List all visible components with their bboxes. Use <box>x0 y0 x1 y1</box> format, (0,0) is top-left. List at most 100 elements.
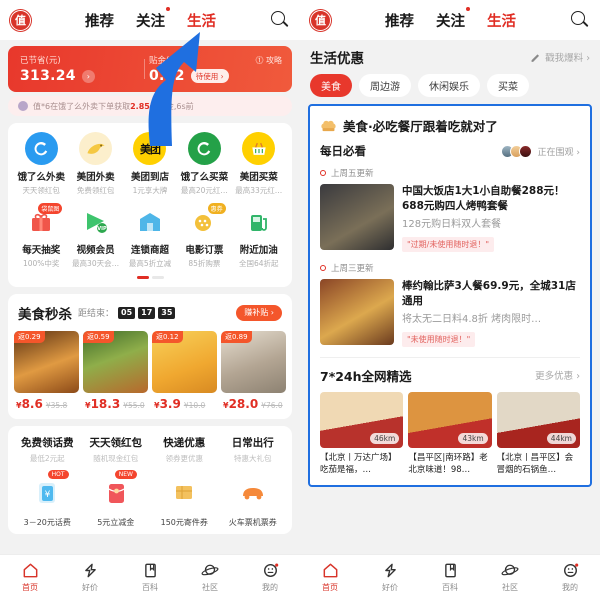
tab-home[interactable]: 首页 <box>0 562 60 593</box>
promo-caption: 3－20元话费 <box>23 517 71 527</box>
svg-text:VIP: VIP <box>97 226 107 232</box>
promo-item-express[interactable]: 快递优惠 领券更优惠 150元寄件券 <box>151 435 218 528</box>
icon-item-video-vip[interactable]: VIP 视频会员 最高30天会… <box>68 205 122 269</box>
nav-tabs: 推荐 关注 生活 <box>331 6 570 31</box>
pager-dot[interactable] <box>151 276 164 279</box>
icon-badge: 袋鼠图 <box>38 203 63 214</box>
chip-entertainment[interactable]: 休闲娱乐 <box>418 74 480 97</box>
subsidy-status-pill[interactable]: 待使用 › <box>190 69 229 83</box>
promo-card: 免费领话费 最低2元起 HOT ¥ 3－20元话费 天天领红包 随机现金红包 N… <box>8 425 292 534</box>
left-phone-screen: 值 推荐 关注 生活 已节省(元) 313.24 › 贴金(元) 0.92 待使… <box>0 0 300 600</box>
pick-card[interactable]: 44km 【北京丨昌平区】会冒烟的石锅鱼… <box>496 391 580 477</box>
play-icon: VIP <box>79 205 112 238</box>
subsidy-value: 0.92 <box>149 68 185 84</box>
icon-item-movie-ticket[interactable]: 惠券 电影订票 85折购票 <box>177 203 231 269</box>
icon-label: 饿了么买菜 <box>180 172 229 183</box>
search-icon[interactable] <box>570 10 590 30</box>
unread-dot-icon <box>466 6 470 11</box>
tab-community[interactable]: 社区 <box>180 562 240 593</box>
search-icon[interactable] <box>270 10 290 30</box>
nav-tab-life[interactable]: 生活 <box>487 10 516 31</box>
update-text: 上周三更新 <box>331 263 374 274</box>
must-eat-title: 美食·必吃餐厅跟着吃就对了 <box>343 119 498 134</box>
icon-grid-pager[interactable] <box>14 276 286 279</box>
price-value: 28.0 <box>228 396 259 411</box>
saved-arrow-icon[interactable]: › <box>81 69 95 83</box>
tab-profile[interactable]: 我的 <box>240 562 300 593</box>
tab-home-label: 首页 <box>22 583 38 592</box>
pick-card[interactable]: 46km 【北京丨万达广场】吃茄是福，… <box>320 391 404 477</box>
nav-tab-recommend[interactable]: 推荐 <box>385 10 414 31</box>
icon-item-eleme-waimai[interactable]: 饿了么外卖 天天领红包 <box>14 132 68 196</box>
meituan-kangaroo-icon <box>79 132 113 165</box>
section-divider <box>320 356 580 358</box>
pager-dot-active[interactable] <box>136 276 149 279</box>
savings-banner[interactable]: 已节省(元) 313.24 › 贴金(元) 0.92 待使用 › ⓵ 攻略 <box>8 46 292 92</box>
nav-tab-recommend[interactable]: 推荐 <box>85 10 114 31</box>
tab-profile[interactable]: 我的 <box>540 562 600 593</box>
tab-wiki[interactable]: 百科 <box>120 562 180 593</box>
guide-link[interactable]: ⓵ 攻略 <box>255 55 282 66</box>
icon-item-meituan-waimai[interactable]: 美团外卖 免费领红包 <box>68 132 122 196</box>
promo-subtitle: 随机现金红包 <box>93 453 139 463</box>
daily-must-see-row[interactable]: 每日必看 正在围观 › <box>310 143 590 167</box>
flash-sale-item[interactable]: 返0.89 ¥28.0 ¥76.0 <box>221 330 286 411</box>
icon-item-nearby-gas[interactable]: 附近加油 全国64折起 <box>232 205 286 269</box>
icon-item-meituan-maicai[interactable]: 美团买菜 最高33元红… <box>232 132 286 196</box>
nav-tab-follow[interactable]: 关注 <box>436 6 470 31</box>
life-deals-header: 生活优惠 戳我爆料 › <box>300 40 600 72</box>
deal-image <box>320 184 394 250</box>
update-text: 上周五更新 <box>331 169 374 179</box>
nav-tab-life[interactable]: 生活 <box>187 10 216 31</box>
chip-groceries[interactable]: 买菜 <box>487 74 529 97</box>
icon-label: 附近加油 <box>239 245 278 256</box>
tab-wiki[interactable]: 百科 <box>420 562 480 593</box>
promo-item-travel[interactable]: 日常出行 特惠大礼包 火车票机票券 <box>220 435 287 528</box>
pick-card[interactable]: 43km 【昌平区|南环路】老北京味道！98… <box>408 391 492 477</box>
tab-community[interactable]: 社区 <box>480 562 540 593</box>
promo-item-daily-redpacket[interactable]: 天天领红包 随机现金红包 NEW 5元立减金 <box>83 435 150 528</box>
planet-icon <box>201 564 219 576</box>
deal-title: 中国大饭店1大1小自助餐288元！688元购四人烤鸭套餐 <box>402 185 565 213</box>
more-deals-link[interactable]: 更多优惠 › <box>535 368 580 382</box>
current-price: ¥18.3 <box>85 396 121 411</box>
tab-deals[interactable]: 好价 <box>60 562 120 593</box>
promo-item-phone-credit[interactable]: 免费领话费 最低2元起 HOT ¥ 3－20元话费 <box>14 435 81 528</box>
eleme-green-icon <box>187 132 221 165</box>
original-price: ¥10.0 <box>183 400 206 410</box>
earn-subsidy-button[interactable]: 赚补贴 › <box>236 304 282 321</box>
tab-home[interactable]: 首页 <box>300 562 360 593</box>
icon-item-eleme-maicai[interactable]: 饿了么买菜 最高20元红… <box>177 132 231 196</box>
profile-icon <box>563 563 578 577</box>
flash-sale-item[interactable]: 返0.59 ¥18.3 ¥55.0 <box>83 330 148 411</box>
deal-content: 棒约翰比萨3人餐69.9元，全城31店通用 将太无二日料4.8折 烤肉限时… "… <box>402 279 580 347</box>
viewer-avatars <box>500 144 532 158</box>
dual-screenshot-container: 值 推荐 关注 生活 已节省(元) 313.24 › 贴金(元) 0.92 待使… <box>0 0 600 600</box>
report-link[interactable]: 戳我爆料 › <box>530 50 590 64</box>
deal-row[interactable]: 中国大饭店1大1小自助餐288元！688元购四人烤鸭套餐 128元购日料双人套餐… <box>310 184 590 262</box>
deal-subtitle: 将太无二日料4.8折 烤肉限时… <box>402 314 542 326</box>
watching-link[interactable]: 正在围观 › <box>538 145 580 158</box>
nav-tabs: 推荐 关注 生活 <box>31 6 270 31</box>
icon-item-meituan-daodian[interactable]: 美团 美团到店 1元享大牌 <box>123 132 177 196</box>
tab-deals[interactable]: 好价 <box>360 562 420 593</box>
flash-sale-item[interactable]: 返0.29 ¥8.6 ¥35.8 <box>14 330 79 411</box>
eleme-glyph <box>34 141 48 155</box>
chip-nearby-travel[interactable]: 周边游 <box>359 74 411 97</box>
eleme-glyph <box>197 141 211 155</box>
update-stamp: 上周三更新 <box>310 262 590 279</box>
must-eat-header[interactable]: 美食·必吃餐厅跟着吃就对了 <box>310 106 590 143</box>
update-dot-icon <box>320 264 326 271</box>
icon-item-chain-store[interactable]: 连锁商超 最高5折立减 <box>123 205 177 269</box>
flash-sale-item[interactable]: 返0.12 ¥3.9 ¥10.0 <box>152 330 217 411</box>
icon-item-daily-lottery[interactable]: 袋鼠图 每天抽奖 100%中奖 <box>14 203 68 269</box>
deal-row[interactable]: 棒约翰比萨3人餐69.9元，全城31店通用 将太无二日料4.8折 烤肉限时… "… <box>310 278 590 357</box>
ticker-text: 值*6在饿了么外卖下单获取2.85元现金,6s前 <box>33 101 194 112</box>
nav-tab-follow[interactable]: 关注 <box>136 6 170 31</box>
icon-label: 美团买菜 <box>239 172 278 183</box>
icon-label: 电影订票 <box>185 245 224 256</box>
chip-food[interactable]: 美食 <box>310 74 352 97</box>
picks-header: 7*24h全网精选 更多优惠 › <box>310 364 590 392</box>
current-price: ¥3.9 <box>154 396 181 411</box>
flash-sale-countdown-label: 距结束： <box>78 309 115 319</box>
